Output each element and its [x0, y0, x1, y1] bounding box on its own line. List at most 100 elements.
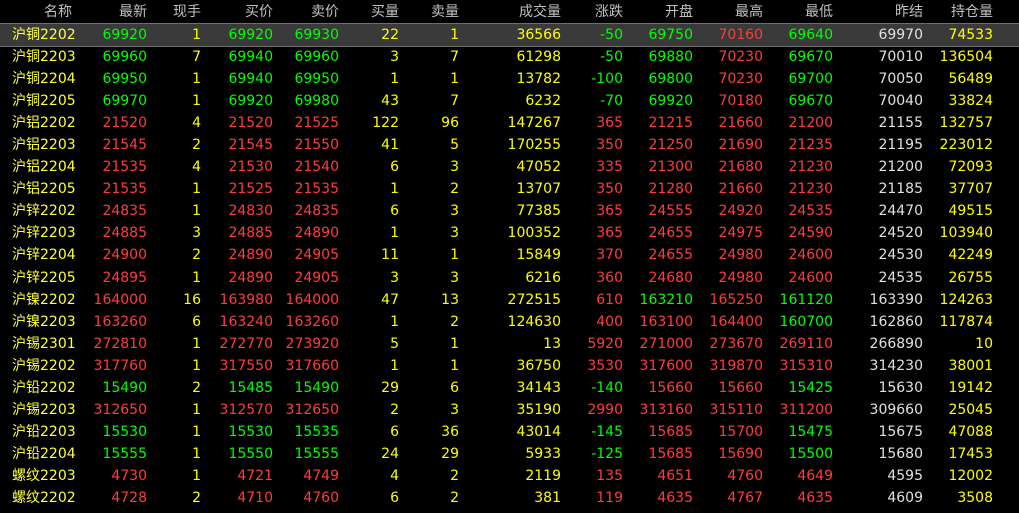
ask-price: 24905	[294, 247, 339, 264]
volume: 147267	[507, 115, 561, 132]
volume: 272515	[507, 291, 561, 308]
col-header-change[interactable]: 涨跌	[595, 0, 623, 24]
high-price: 70180	[718, 93, 763, 110]
ask-quantity: 7	[450, 93, 459, 110]
table-row[interactable]: 沪铅2204 15555 1 15550 15555 24 29 5933 -125 15685 1…	[0, 443, 1019, 465]
col-header-last[interactable]: 最新	[119, 0, 147, 24]
table-row[interactable]: 螺纹2203 4730 1 4721 4749 4 2 2119 135 4651 4760 4649…	[0, 465, 1019, 487]
col-header-low[interactable]: 最低	[805, 0, 833, 24]
bid-price: 24890	[228, 269, 273, 286]
change: 119	[596, 489, 623, 506]
col-header-volume[interactable]: 成交量	[519, 0, 561, 24]
col-header-vol-now[interactable]: 现手	[173, 0, 201, 24]
contract-name: 沪镍2203	[12, 313, 76, 330]
table-row[interactable]: 沪锌2203 24885 3 24885 24890 1 3 100352 365 24655 24…	[0, 222, 1019, 244]
contract-name: 沪锡2203	[12, 401, 76, 418]
prev-settle: 21155	[878, 115, 923, 132]
table-row[interactable]: 沪铜2204 69950 1 69940 69950 1 1 13782 -100 69800 70…	[0, 68, 1019, 90]
table-row[interactable]: 沪铝2203 21545 2 21545 21550 41 5 170255 350 21250 2…	[0, 134, 1019, 156]
open-interest: 124263	[939, 291, 993, 308]
bid-quantity: 6	[390, 203, 399, 220]
low-price: 21230	[788, 159, 833, 176]
bid-price: 24830	[228, 203, 273, 220]
contract-name: 沪铅2203	[12, 423, 76, 440]
current-volume: 1	[192, 71, 201, 88]
last-price: 69960	[102, 49, 147, 66]
bid-price: 15550	[228, 445, 273, 462]
table-row[interactable]: 沪铅2202 15490 2 15485 15490 29 6 34143 -140 15660 1…	[0, 377, 1019, 399]
open-price: 24655	[648, 247, 693, 264]
col-header-high[interactable]: 最高	[735, 0, 763, 24]
contract-name: 沪铅2202	[12, 379, 76, 396]
volume: 6216	[525, 269, 561, 286]
contract-name: 沪铜2205	[12, 93, 76, 110]
table-row[interactable]: 沪铝2202 21520 4 21520 21525 122 96 147267 365 2121…	[0, 112, 1019, 134]
prev-settle: 162860	[869, 313, 923, 330]
contract-name: 沪铝2202	[12, 115, 76, 132]
high-price: 164400	[709, 313, 763, 330]
table-row[interactable]: 沪铝2204 21535 4 21530 21540 6 3 47052 335 21300 216…	[0, 156, 1019, 178]
change: -50	[600, 49, 623, 66]
contract-name: 沪铜2204	[12, 71, 76, 88]
contract-name: 沪铝2204	[12, 159, 76, 176]
col-header-ask-qty[interactable]: 卖量	[431, 0, 459, 24]
open-price: 15660	[648, 379, 693, 396]
prev-settle: 21195	[878, 137, 923, 154]
last-price: 24885	[102, 225, 147, 242]
bid-quantity: 122	[372, 115, 399, 132]
ask-quantity: 3	[450, 401, 459, 418]
bid-price: 24890	[228, 247, 273, 264]
prev-settle: 21185	[878, 181, 923, 198]
high-price: 165250	[709, 291, 763, 308]
table-row[interactable]: 沪铜2203 69960 7 69940 69960 3 7 61298 -50 69880 702…	[0, 46, 1019, 68]
volume: 13782	[516, 71, 561, 88]
bid-quantity: 3	[390, 49, 399, 66]
col-header-bid-qty[interactable]: 买量	[371, 0, 399, 24]
open-price: 317600	[639, 357, 693, 374]
open-price: 21250	[648, 137, 693, 154]
col-header-name[interactable]: 名称	[44, 0, 72, 24]
volume: 34143	[516, 379, 561, 396]
table-row[interactable]: 沪锌2205 24895 1 24890 24905 3 3 6216 360 24680 2498…	[0, 267, 1019, 289]
col-header-bid[interactable]: 买价	[245, 0, 273, 24]
open-interest: 42249	[948, 247, 993, 264]
ask-price: 163260	[285, 313, 339, 330]
open-interest: 12002	[948, 467, 993, 484]
ask-price: 273920	[285, 335, 339, 352]
open-interest: 3508	[957, 489, 993, 506]
ask-quantity: 2	[450, 181, 459, 198]
high-price: 21660	[718, 181, 763, 198]
open-interest: 25045	[948, 401, 993, 418]
table-row[interactable]: 沪锡2203 312650 1 312570 312650 2 3 35190 2990 3131…	[0, 399, 1019, 421]
change: -100	[591, 71, 623, 88]
table-row[interactable]: 沪镍2203 163260 6 163240 163260 1 2 124630 400 1631…	[0, 311, 1019, 333]
col-header-open-interest[interactable]: 持仓量	[951, 0, 993, 24]
col-header-ask[interactable]: 卖价	[311, 0, 339, 24]
table-row[interactable]: 沪铜2202 69920 1 69920 69930 22 1 36566 -50 69750 70…	[0, 22, 1019, 48]
table-row[interactable]: 沪镍2202 164000 16 163980 164000 47 13 272515 610 1…	[0, 289, 1019, 311]
open-price: 21215	[648, 115, 693, 132]
table-row[interactable]: 沪锡2301 272810 1 272770 273920 5 1 13 5920 271000 2…	[0, 333, 1019, 355]
last-price: 163260	[93, 313, 147, 330]
table-row[interactable]: 沪铝2205 21535 1 21525 21535 1 2 13707 350 21280 216…	[0, 178, 1019, 200]
current-volume: 2	[192, 137, 201, 154]
table-row[interactable]: 螺纹2202 4728 2 4710 4760 6 2 381 119 4635 4767 4635 4…	[0, 487, 1019, 509]
col-header-prev-settle[interactable]: 昨结	[895, 0, 923, 24]
low-price: 4649	[797, 467, 833, 484]
table-row[interactable]: 沪锡2202 317760 1 317550 317660 1 1 36750 3530 3176…	[0, 355, 1019, 377]
ask-price: 15490	[294, 379, 339, 396]
bid-price: 312570	[219, 401, 273, 418]
high-price: 21680	[718, 159, 763, 176]
ask-quantity: 5	[450, 137, 459, 154]
bid-price: 69940	[228, 49, 273, 66]
contract-name: 螺纹2202	[12, 489, 76, 506]
open-price: 24680	[648, 269, 693, 286]
table-header: 名称 最新 现手 买价 卖价 买量 卖量 成交量 涨跌 开盘 最高 最低 昨结 …	[0, 0, 1019, 24]
table-row[interactable]: 沪锌2202 24835 1 24830 24835 6 3 77385 365 24555 249…	[0, 200, 1019, 222]
col-header-open[interactable]: 开盘	[665, 0, 693, 24]
table-row[interactable]: 沪铜2205 69970 1 69920 69980 43 7 6232 -70 69920 701…	[0, 90, 1019, 112]
open-price: 69800	[648, 71, 693, 88]
volume: 15849	[516, 247, 561, 264]
table-row[interactable]: 沪铅2203 15530 1 15530 15535 6 36 43014 -145 15685 1…	[0, 421, 1019, 443]
table-row[interactable]: 沪锌2204 24900 2 24890 24905 11 1 15849 370 24655 24…	[0, 244, 1019, 266]
